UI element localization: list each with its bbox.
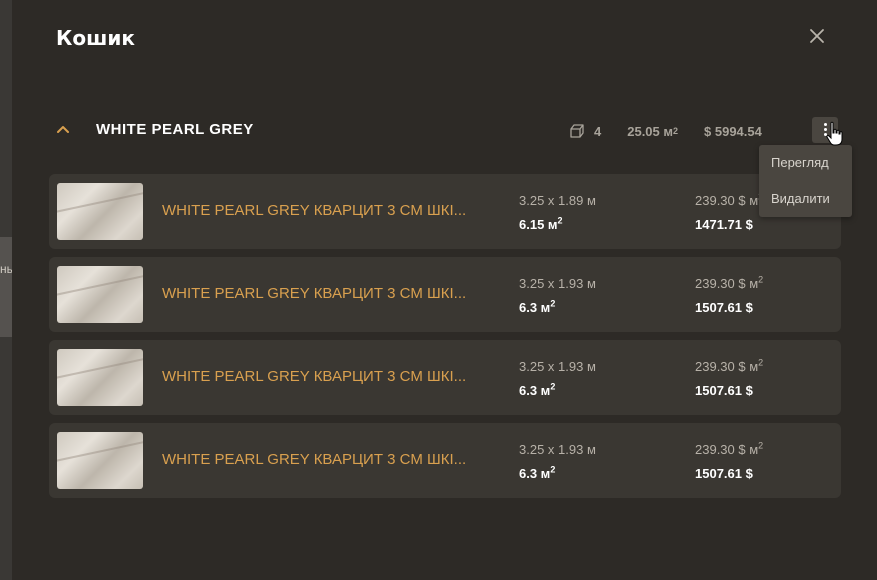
item-area-value: 6.15 м <box>519 217 558 232</box>
item-unit-price: 239.30 $ м2 <box>695 440 764 457</box>
cart-item: WHITE PEARL GREY КВАРЦИТ 3 СМ ШКІ... 3.2… <box>49 423 841 498</box>
item-dimensions: 3.25 x 1.89 м <box>519 193 596 208</box>
item-unit-price: 239.30 $ м2 <box>695 274 764 291</box>
more-vertical-icon-dot-bottom <box>824 133 827 136</box>
item-name[interactable]: WHITE PEARL GREY КВАРЦИТ 3 СМ ШКІ... <box>162 202 502 219</box>
background-sidebar-text: нь <box>0 262 12 276</box>
collapse-button[interactable] <box>54 121 72 139</box>
more-vertical-icon-dot-mid <box>824 128 827 131</box>
cart-title: Кошик <box>56 26 135 50</box>
item-area-sup: 2 <box>550 381 556 392</box>
item-area-value: 6.3 м <box>519 466 551 481</box>
item-total: 1507.61 $ <box>695 466 753 481</box>
item-total: 1507.61 $ <box>695 383 753 398</box>
item-thumbnail[interactable] <box>57 266 143 323</box>
group-area-value: 25.05 м <box>627 123 673 139</box>
item-name[interactable]: WHITE PEARL GREY КВАРЦИТ 3 СМ ШКІ... <box>162 451 502 468</box>
chevron-up-icon <box>57 126 69 133</box>
cart-item: WHITE PEARL GREY КВАРЦИТ 3 СМ ШКІ... 3.2… <box>49 257 841 332</box>
cart-item: WHITE PEARL GREY КВАРЦИТ 3 СМ ШКІ... 3.2… <box>49 174 841 249</box>
group-title: WHITE PEARL GREY <box>96 121 254 138</box>
item-dimensions: 3.25 x 1.93 м <box>519 442 596 457</box>
group-count-value: 4 <box>594 123 602 139</box>
cart-items-list: WHITE PEARL GREY КВАРЦИТ 3 СМ ШКІ... 3.2… <box>49 174 841 506</box>
group-total-value: $ 5994.54 <box>704 123 762 139</box>
item-area: 6.3 м2 <box>519 298 556 315</box>
group-area: 25.05 м2 <box>627 123 679 139</box>
item-area-sup: 2 <box>550 298 556 309</box>
item-area-sup: 2 <box>557 215 563 226</box>
menu-item-view[interactable]: Перегляд <box>771 155 829 170</box>
group-count: 4 <box>569 123 601 139</box>
item-unit-price-value: 239.30 $ м <box>695 359 759 374</box>
background-sidebar-item <box>0 237 12 337</box>
item-unit-price-sup: 2 <box>758 357 764 368</box>
group-context-menu: Перегляд Видалити <box>759 145 852 217</box>
item-dimensions: 3.25 x 1.93 м <box>519 359 596 374</box>
item-area: 6.3 м2 <box>519 381 556 398</box>
group-total: $ 5994.54 <box>704 124 762 139</box>
item-dimensions: 3.25 x 1.93 м <box>519 276 596 291</box>
item-unit-price: 239.30 $ м2 <box>695 357 764 374</box>
cart-item: WHITE PEARL GREY КВАРЦИТ 3 СМ ШКІ... 3.2… <box>49 340 841 415</box>
item-thumbnail[interactable] <box>57 432 143 489</box>
item-unit-price-value: 239.30 $ м <box>695 193 759 208</box>
item-area-value: 6.3 м <box>519 383 551 398</box>
item-area: 6.3 м2 <box>519 464 556 481</box>
item-area-value: 6.3 м <box>519 300 551 315</box>
item-total: 1471.71 $ <box>695 217 753 232</box>
item-name[interactable]: WHITE PEARL GREY КВАРЦИТ 3 СМ ШКІ... <box>162 285 502 302</box>
group-menu-button[interactable] <box>812 117 838 143</box>
cart-group-header: WHITE PEARL GREY 4 25.05 м2 $ 5994.54 <box>54 117 844 145</box>
item-area-sup: 2 <box>550 464 556 475</box>
close-icon <box>810 29 824 43</box>
item-thumbnail[interactable] <box>57 349 143 406</box>
item-area: 6.15 м2 <box>519 215 563 232</box>
item-total: 1507.61 $ <box>695 300 753 315</box>
item-unit-price-sup: 2 <box>758 274 764 285</box>
item-unit-price-value: 239.30 $ м <box>695 276 759 291</box>
item-unit-price: 239.30 $ м2 <box>695 192 763 208</box>
cart-panel: Кошик WHITE PEARL GREY 4 25.05 м2 $ 5994… <box>12 0 877 580</box>
more-vertical-icon-dot-top <box>824 123 827 126</box>
slab-count-icon <box>570 124 584 138</box>
menu-item-delete[interactable]: Видалити <box>771 191 830 206</box>
close-button[interactable] <box>805 24 829 48</box>
item-unit-price-value: 239.30 $ м <box>695 442 759 457</box>
group-stats: 4 25.05 м2 $ 5994.54 <box>569 121 762 141</box>
item-name[interactable]: WHITE PEARL GREY КВАРЦИТ 3 СМ ШКІ... <box>162 368 502 385</box>
item-unit-price-sup: 2 <box>758 440 764 451</box>
item-thumbnail[interactable] <box>57 183 143 240</box>
